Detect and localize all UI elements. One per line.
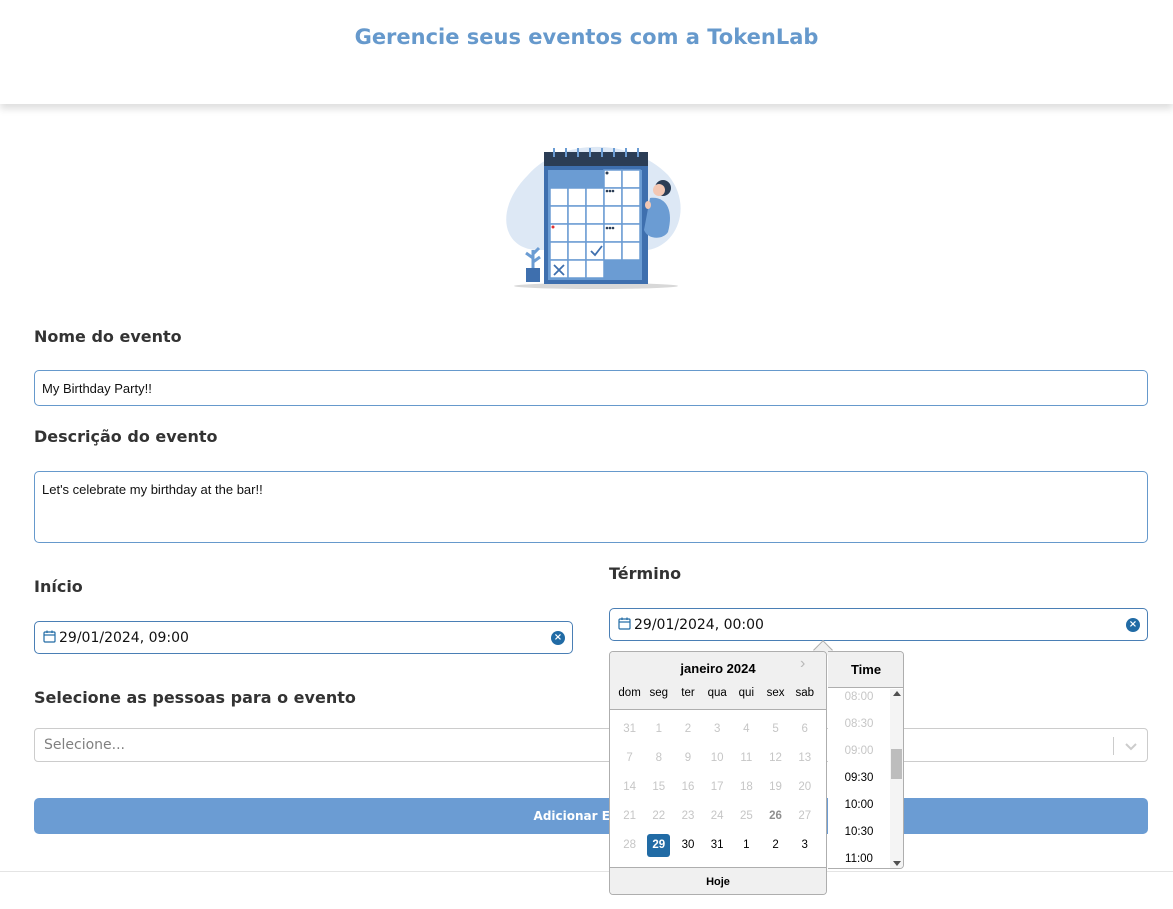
- calendar-day: 11: [740, 752, 753, 764]
- calendar-grid: 31 1 2 3 4 5 6 7 8 9 10 11 12 13 14 15 1…: [615, 716, 825, 861]
- calendar-day[interactable]: 30: [676, 834, 699, 857]
- weekday-label: qui: [738, 687, 755, 699]
- chevron-down-icon[interactable]: [1124, 739, 1138, 753]
- people-select[interactable]: Selecione...: [34, 728, 1148, 762]
- calendar-day: 3: [713, 723, 721, 735]
- weekday-label: sab: [795, 687, 814, 699]
- time-picker: Time 08:00 08:30 09:00 09:30 10:00 10:30…: [828, 651, 904, 869]
- start-datetime-input[interactable]: 29/01/2024, 09:00 ×: [34, 621, 573, 654]
- time-option[interactable]: 10:30: [828, 819, 890, 846]
- calendar-day: 18: [739, 781, 753, 793]
- today-button[interactable]: Hoje: [610, 867, 826, 894]
- calendar-day: 26: [769, 810, 782, 822]
- add-event-button[interactable]: Adicionar Evento: [34, 798, 1148, 834]
- calendar-day: 25: [739, 810, 753, 822]
- event-description-label: Descrição do evento: [34, 427, 218, 446]
- start-label: Início: [34, 577, 83, 596]
- calendar-day-selected[interactable]: 29: [647, 834, 671, 857]
- calendar-day[interactable]: 3: [793, 834, 816, 857]
- clear-start-icon[interactable]: ×: [551, 631, 565, 645]
- weekday-label: qua: [707, 687, 727, 699]
- calendar-day: 2: [684, 723, 692, 735]
- calendar-day: 31: [623, 723, 636, 735]
- calendar-day: 13: [798, 752, 812, 764]
- app-header: Gerencie seus eventos com a TokenLab: [0, 0, 1173, 104]
- calendar-day: 5: [772, 723, 779, 735]
- calendar-illustration: [506, 146, 681, 289]
- page-title: Gerencie seus eventos com a TokenLab: [354, 25, 819, 49]
- weekday-label: sex: [766, 687, 785, 699]
- weekday-label: dom: [618, 687, 641, 699]
- calendar-day: 27: [798, 810, 812, 822]
- calendar-day: 19: [769, 781, 782, 793]
- calendar-header: janeiro 2024 › dom seg ter qua qui sex s…: [610, 652, 826, 710]
- calendar-day: 1: [655, 723, 662, 735]
- time-list: 08:00 08:30 09:00 09:30 10:00 10:30 11:0…: [828, 684, 890, 868]
- calendar-day: 8: [655, 752, 662, 764]
- calendar-day: 16: [681, 781, 695, 793]
- calendar-day: 7: [626, 752, 633, 764]
- people-select-placeholder: Selecione...: [44, 737, 125, 753]
- calendar-week: 21 22 23 24 25 26 27: [615, 803, 825, 832]
- calendar-day: 24: [710, 810, 724, 822]
- calendar-day[interactable]: 2: [764, 834, 787, 857]
- event-name-label: Nome do evento: [34, 327, 182, 346]
- time-option[interactable]: 10:00: [828, 792, 890, 819]
- calendar-day: 15: [652, 781, 666, 793]
- calendar-day[interactable]: 31: [706, 834, 729, 857]
- calendar-day: 28: [623, 839, 636, 851]
- calendar-day[interactable]: 1: [735, 834, 758, 857]
- calendar-day: 21: [623, 810, 636, 822]
- weekday-label: seg: [649, 687, 669, 699]
- calendar-week: 14 15 16 17 18 19 20: [615, 774, 825, 803]
- calendar-day: 22: [652, 810, 666, 822]
- time-option: 08:00: [844, 691, 874, 703]
- calendar-day: 10: [710, 752, 724, 764]
- datepicker-calendar: janeiro 2024 › dom seg ter qua qui sex s…: [609, 651, 827, 895]
- calendar-icon: [618, 617, 631, 630]
- calendar-day: 12: [769, 752, 782, 764]
- calendar-month-label: janeiro 2024: [680, 661, 756, 676]
- scroll-up-icon[interactable]: [893, 691, 901, 696]
- event-name-input[interactable]: [34, 370, 1148, 406]
- footer-divider: [0, 871, 1173, 872]
- calendar-day: 6: [801, 723, 808, 735]
- event-description-textarea[interactable]: Let's celebrate my birthday at the bar!!: [34, 471, 1148, 543]
- end-label: Término: [609, 564, 682, 583]
- select-separator: [1113, 737, 1114, 755]
- next-month-icon[interactable]: ›: [800, 655, 805, 673]
- weekday-label: ter: [681, 687, 695, 699]
- time-scrollbar[interactable]: [890, 689, 903, 868]
- people-label: Selecione as pessoas para o evento: [34, 688, 356, 707]
- calendar-week: 28 29 30 31 1 2 3: [615, 832, 825, 861]
- time-option: 08:30: [844, 718, 874, 730]
- calendar-week: 7 8 9 10 11 12 13: [615, 745, 825, 774]
- time-option: 09:00: [844, 745, 874, 757]
- scroll-down-icon[interactable]: [893, 861, 901, 866]
- time-option[interactable]: 11:00: [828, 846, 890, 868]
- calendar-day: 17: [710, 781, 724, 793]
- start-datetime-value: 29/01/2024, 09:00: [59, 630, 189, 646]
- end-datetime-value: 29/01/2024, 00:00: [634, 617, 764, 633]
- calendar-week: 31 1 2 3 4 5 6: [615, 716, 825, 745]
- calendar-day: 14: [623, 781, 636, 793]
- clear-end-icon[interactable]: ×: [1126, 618, 1140, 632]
- end-datetime-input[interactable]: 29/01/2024, 00:00 ×: [609, 608, 1148, 641]
- calendar-day: 9: [684, 752, 692, 764]
- weekday-row: dom seg ter qua qui sex sab: [615, 687, 825, 699]
- calendar-day: 23: [681, 810, 695, 822]
- time-title: Time: [850, 662, 882, 677]
- calendar-day: 4: [743, 723, 750, 735]
- scrollbar-thumb[interactable]: [891, 749, 902, 779]
- time-header: Time: [828, 652, 903, 688]
- calendar-icon: [43, 630, 56, 643]
- time-option[interactable]: 09:30: [828, 765, 890, 792]
- calendar-day: 20: [798, 781, 812, 793]
